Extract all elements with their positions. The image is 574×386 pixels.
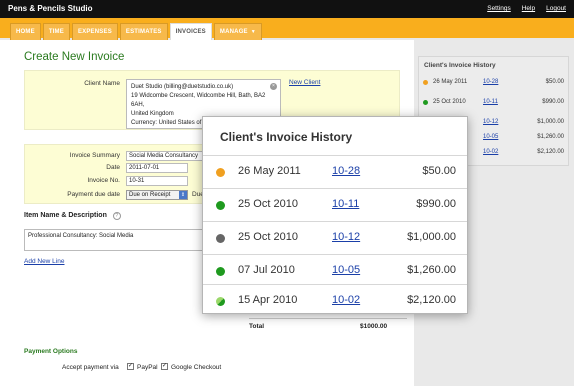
sidebar-history-amount: $50.00 bbox=[545, 79, 564, 85]
popup-history-invoice-link[interactable]: 10-28 bbox=[332, 165, 360, 177]
popup-history-date: 25 Oct 2010 bbox=[238, 198, 298, 210]
tab-estimates[interactable]: ESTIMATES bbox=[119, 23, 168, 40]
client-address-line1: 19 Widcombe Crescent, Widcombe Hill, Bat… bbox=[131, 93, 266, 108]
tab-manage[interactable]: MANAGE ▼ bbox=[213, 23, 262, 40]
popup-history-row: 25 Oct 2010 10-12 $1,000.00 bbox=[203, 221, 467, 254]
accept-payment-label: Accept payment via bbox=[62, 364, 119, 371]
page-title: Create New Invoice bbox=[24, 51, 125, 63]
popup-history-date: 15 Apr 2010 bbox=[238, 294, 298, 306]
sidebar-history-invoice-link[interactable]: 10-11 bbox=[483, 99, 498, 105]
remove-client-icon[interactable]: × bbox=[270, 83, 277, 90]
client-name-value: Duet Studio (billing@duetstudio.co.uk) bbox=[131, 84, 234, 90]
sidebar-history-title: Client's Invoice History bbox=[424, 62, 496, 69]
popup-history-date: 07 Jul 2010 bbox=[238, 264, 295, 276]
select-arrow-icon: ⇕ bbox=[179, 191, 187, 199]
sidebar-history-amount: $1,000.00 bbox=[537, 119, 564, 125]
popup-history-date: 26 May 2011 bbox=[238, 165, 301, 177]
popup-history-invoice-link[interactable]: 10-12 bbox=[332, 231, 360, 243]
total-value: $1000.00 bbox=[360, 323, 388, 330]
logout-link[interactable]: Logout bbox=[546, 5, 566, 12]
invoice-history-popup: Client's Invoice History 26 May 2011 10-… bbox=[202, 116, 468, 314]
new-client-link[interactable]: New Client bbox=[289, 79, 320, 86]
tab-manage-label: MANAGE bbox=[219, 29, 248, 35]
help-link[interactable]: Help bbox=[522, 5, 535, 12]
status-dot-icon bbox=[216, 234, 225, 243]
payment-options-heading: Payment Options bbox=[24, 348, 78, 355]
tab-expenses[interactable]: EXPENSES bbox=[71, 23, 118, 40]
sidebar-history-invoice-link[interactable]: 10-02 bbox=[483, 149, 498, 155]
payment-due-label: Payment due date bbox=[67, 191, 120, 198]
popup-history-row: 07 Jul 2010 10-05 $1,260.00 bbox=[203, 254, 467, 287]
top-bar: Pens & Pencils Studio Settings Help Logo… bbox=[0, 0, 574, 18]
top-links: Settings Help Logout bbox=[487, 5, 566, 12]
tab-home[interactable]: HOME bbox=[10, 23, 41, 40]
sidebar-history-date: 26 May 2011 bbox=[433, 79, 468, 85]
sidebar-history-row: 25 Oct 2010 10-11 $990.00 bbox=[418, 93, 569, 113]
google-checkout-checkbox[interactable]: ✓ bbox=[161, 363, 168, 370]
popup-history-amount: $990.00 bbox=[416, 198, 456, 210]
status-dot-icon bbox=[216, 201, 225, 210]
date-input[interactable]: 2011-07-01 bbox=[126, 163, 188, 173]
invoice-number-input[interactable]: 10-31 bbox=[126, 176, 188, 186]
sidebar-history-amount: $990.00 bbox=[542, 99, 564, 105]
payment-due-select[interactable]: Due on Receipt ⇕ bbox=[126, 190, 188, 200]
item-section-heading: Item Name & Description ? bbox=[24, 212, 121, 220]
invoice-number-label: Invoice No. bbox=[87, 177, 120, 184]
popup-history-invoice-link[interactable]: 10-05 bbox=[332, 264, 360, 276]
google-checkout-label: Google Checkout bbox=[171, 364, 222, 371]
status-dot-icon bbox=[216, 297, 225, 306]
sidebar-history-invoice-link[interactable]: 10-28 bbox=[483, 79, 498, 85]
item-description-input[interactable]: Professional Consultancy: Social Media bbox=[24, 229, 220, 251]
popup-history-amount: $50.00 bbox=[422, 165, 456, 177]
popup-history-invoice-link[interactable]: 10-11 bbox=[332, 198, 359, 210]
sidebar-history-invoice-link[interactable]: 10-12 bbox=[483, 119, 498, 125]
popup-history-amount: $1,260.00 bbox=[407, 264, 456, 276]
help-icon[interactable]: ? bbox=[112, 212, 121, 220]
status-dot-icon bbox=[423, 100, 428, 105]
item-heading-text: Item Name & Description bbox=[24, 212, 107, 219]
settings-link[interactable]: Settings bbox=[487, 5, 511, 12]
popup-history-amount: $2,120.00 bbox=[407, 294, 456, 306]
popup-title: Client's Invoice History bbox=[220, 130, 353, 144]
sidebar-history-amount: $2,120.00 bbox=[537, 149, 564, 155]
popup-history-row: 26 May 2011 10-28 $50.00 bbox=[203, 155, 467, 188]
total-label: Total bbox=[249, 323, 265, 330]
status-dot-icon bbox=[423, 80, 428, 85]
status-dot-icon bbox=[216, 168, 225, 177]
sidebar-history-amount: $1,260.00 bbox=[537, 134, 564, 140]
date-label: Date bbox=[106, 164, 120, 171]
brand-name: Pens & Pencils Studio bbox=[8, 4, 93, 13]
sidebar-history-invoice-link[interactable]: 10-05 bbox=[483, 134, 498, 140]
chevron-down-icon: ▼ bbox=[250, 29, 256, 35]
payment-due-value: Due on Receipt bbox=[129, 192, 171, 198]
popup-history-row: 15 Apr 2010 10-02 $2,120.00 bbox=[203, 284, 467, 317]
sidebar-history-date: 25 Oct 2010 bbox=[433, 99, 466, 105]
main-nav: HOME TIME EXPENSES ESTIMATES INVOICES MA… bbox=[0, 18, 574, 40]
popup-history-row: 25 Oct 2010 10-11 $990.00 bbox=[203, 188, 467, 221]
popup-history-amount: $1,000.00 bbox=[407, 231, 456, 243]
paypal-checkbox[interactable]: ✓ bbox=[127, 363, 134, 370]
add-new-line-link[interactable]: Add New Line bbox=[24, 258, 64, 265]
tab-time[interactable]: TIME bbox=[42, 23, 70, 40]
status-dot-icon bbox=[216, 267, 225, 276]
sidebar-history-row: 26 May 2011 10-28 $50.00 bbox=[418, 73, 569, 93]
popup-history-invoice-link[interactable]: 10-02 bbox=[332, 294, 360, 306]
client-name-label: Client Name bbox=[84, 80, 120, 87]
popup-history-date: 25 Oct 2010 bbox=[238, 231, 298, 243]
total-divider bbox=[249, 318, 407, 319]
tab-invoices[interactable]: INVOICES bbox=[169, 23, 212, 40]
paypal-label: PayPal bbox=[137, 364, 158, 371]
invoice-summary-label: Invoice Summary bbox=[69, 152, 120, 159]
